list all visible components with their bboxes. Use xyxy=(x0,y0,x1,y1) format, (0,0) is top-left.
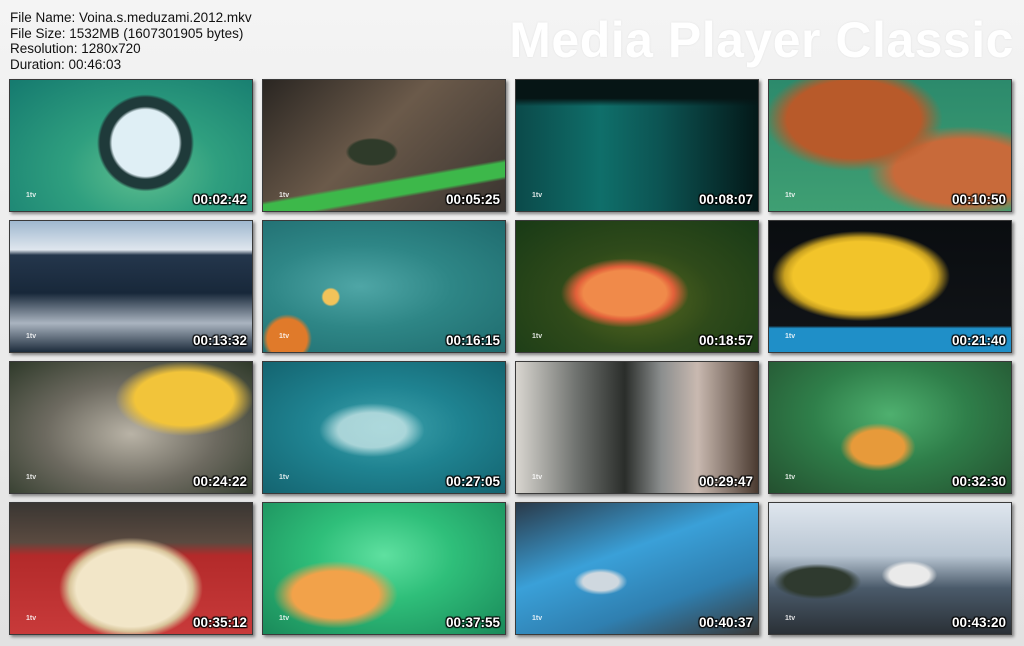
channel-logo: 1tv xyxy=(532,615,543,622)
channel-logo: 1tv xyxy=(532,192,543,199)
channel-logo: 1tv xyxy=(26,474,37,481)
timestamp: 00:18:57 xyxy=(698,333,753,348)
channel-logo: 1tv xyxy=(26,192,37,199)
timestamp: 00:13:32 xyxy=(192,333,247,348)
thumbnail[interactable]: 1tv 00:08:07 xyxy=(515,79,759,212)
thumbnail[interactable]: 1tv 00:02:42 xyxy=(9,79,253,212)
channel-logo: 1tv xyxy=(532,333,543,340)
thumbnail[interactable]: 1tv 00:18:57 xyxy=(515,220,759,353)
timestamp: 00:35:12 xyxy=(192,615,247,630)
timestamp: 00:08:07 xyxy=(698,192,753,207)
thumbnail[interactable]: 1tv 00:13:32 xyxy=(9,220,253,353)
timestamp: 00:37:55 xyxy=(445,615,500,630)
thumbnail[interactable]: 1tv 00:27:05 xyxy=(262,361,506,494)
thumbnail[interactable]: 1tv 00:32:30 xyxy=(768,361,1012,494)
thumbnail[interactable]: 1tv 00:35:12 xyxy=(9,502,253,635)
thumbnail[interactable]: 1tv 00:21:40 xyxy=(768,220,1012,353)
channel-logo: 1tv xyxy=(279,474,290,481)
timestamp: 00:21:40 xyxy=(951,333,1006,348)
thumbnail[interactable]: 1tv 00:05:25 xyxy=(262,79,506,212)
channel-logo: 1tv xyxy=(785,615,796,622)
thumbnail[interactable]: 1tv 00:29:47 xyxy=(515,361,759,494)
timestamp: 00:43:20 xyxy=(951,615,1006,630)
thumbnail[interactable]: 1tv 00:37:55 xyxy=(262,502,506,635)
timestamp: 00:32:30 xyxy=(951,474,1006,489)
channel-logo: 1tv xyxy=(26,615,37,622)
thumbnail[interactable]: 1tv 00:43:20 xyxy=(768,502,1012,635)
channel-logo: 1tv xyxy=(532,474,543,481)
timestamp: 00:27:05 xyxy=(445,474,500,489)
thumbnail-grid: 1tv 00:02:42 1tv 00:05:25 1tv 00:08:07 1… xyxy=(0,0,1024,646)
timestamp: 00:10:50 xyxy=(951,192,1006,207)
channel-logo: 1tv xyxy=(279,192,290,199)
thumbnail[interactable]: 1tv 00:40:37 xyxy=(515,502,759,635)
channel-logo: 1tv xyxy=(785,192,796,199)
timestamp: 00:02:42 xyxy=(192,192,247,207)
timestamp: 00:05:25 xyxy=(445,192,500,207)
timestamp: 00:24:22 xyxy=(192,474,247,489)
channel-logo: 1tv xyxy=(279,615,290,622)
timestamp: 00:16:15 xyxy=(445,333,500,348)
timestamp: 00:29:47 xyxy=(698,474,753,489)
thumbnail[interactable]: 1tv 00:16:15 xyxy=(262,220,506,353)
channel-logo: 1tv xyxy=(26,333,37,340)
channel-logo: 1tv xyxy=(785,474,796,481)
channel-logo: 1tv xyxy=(785,333,796,340)
channel-logo: 1tv xyxy=(279,333,290,340)
thumbnail[interactable]: 1tv 00:10:50 xyxy=(768,79,1012,212)
timestamp: 00:40:37 xyxy=(698,615,753,630)
thumbnail[interactable]: 1tv 00:24:22 xyxy=(9,361,253,494)
